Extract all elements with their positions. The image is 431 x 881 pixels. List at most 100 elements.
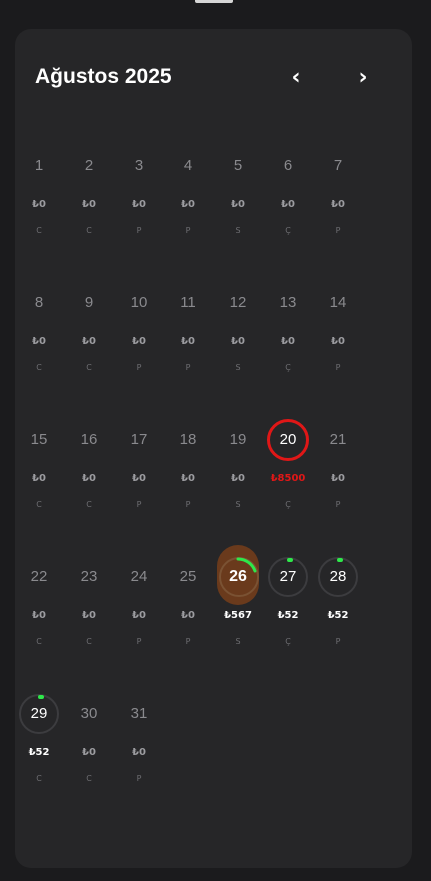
day-amount: ₺0 xyxy=(82,199,96,210)
day-number: 31 xyxy=(130,705,148,722)
day-circle: 5 xyxy=(218,146,258,186)
day-cell[interactable]: 12 ₺0 S xyxy=(213,283,263,403)
day-amount: ₺0 xyxy=(181,610,195,621)
day-amount: ₺0 xyxy=(82,747,96,758)
day-circle: 15 xyxy=(19,420,59,460)
day-cell[interactable]: 2 ₺0 C xyxy=(64,146,114,266)
day-number: 27 xyxy=(279,568,297,585)
day-amount: ₺0 xyxy=(281,336,295,347)
weekday-label: P xyxy=(185,363,191,372)
day-number: 9 xyxy=(84,294,94,311)
day-number: 14 xyxy=(329,294,347,311)
weekday-label: P xyxy=(136,226,142,235)
day-amount: ₺0 xyxy=(181,473,195,484)
day-number: 25 xyxy=(179,568,197,585)
day-circle: 29 xyxy=(19,694,59,734)
weekday-label: P xyxy=(185,226,191,235)
day-amount: ₺0 xyxy=(231,473,245,484)
day-amount: ₺0 xyxy=(132,473,146,484)
day-amount: ₺0 xyxy=(331,473,345,484)
day-number: 16 xyxy=(80,431,98,448)
weekday-label: P xyxy=(136,363,142,372)
day-cell[interactable]: 31 ₺0 P xyxy=(114,694,164,814)
day-amount: ₺0 xyxy=(132,199,146,210)
day-cell[interactable]: 20 ₺8500 Ç xyxy=(263,419,313,540)
day-number: 7 xyxy=(333,157,343,174)
day-cell[interactable]: 15 ₺0 C xyxy=(14,420,64,540)
weekday-label: P xyxy=(335,637,341,646)
day-circle: 4 xyxy=(168,146,208,186)
day-number: 12 xyxy=(229,294,247,311)
day-number: 13 xyxy=(279,294,297,311)
weekday-label: P xyxy=(335,363,341,372)
weekday-label: Ç xyxy=(285,363,291,372)
day-circle: 12 xyxy=(218,283,258,323)
day-cell[interactable]: 28 ₺52 P xyxy=(313,557,363,677)
day-amount: ₺0 xyxy=(132,610,146,621)
day-cell[interactable]: 1 ₺0 C xyxy=(14,146,64,266)
weekday-label: C xyxy=(86,226,92,235)
weekday-label: S xyxy=(235,226,241,235)
day-circle: 23 xyxy=(69,557,109,597)
day-amount: ₺52 xyxy=(28,747,50,758)
day-cell[interactable]: 6 ₺0 Ç xyxy=(263,146,313,266)
day-cell[interactable]: 4 ₺0 P xyxy=(163,146,213,266)
day-cell[interactable]: 18 ₺0 P xyxy=(163,420,213,540)
day-amount: ₺8500 xyxy=(270,473,306,484)
day-cell[interactable]: 8 ₺0 C xyxy=(14,283,64,403)
calendar-card: Ağustos 2025 ‹ › 1 ₺0 C 2 ₺0 C 3 ₺0 P 4 ₺0 P 5 ₺0 S 6 ₺0… xyxy=(15,29,412,868)
day-circle: 7 xyxy=(318,146,358,186)
day-cell[interactable]: 23 ₺0 C xyxy=(64,557,114,677)
day-cell[interactable]: 30 ₺0 C xyxy=(64,694,114,814)
weekday-label: C xyxy=(86,363,92,372)
day-cell[interactable]: 26 ₺567 S xyxy=(213,545,263,677)
next-month-button[interactable]: › xyxy=(348,63,378,93)
weekday-label: P xyxy=(136,500,142,509)
day-amount: ₺0 xyxy=(32,199,46,210)
day-circle: 25 xyxy=(168,557,208,597)
day-circle: 3 xyxy=(119,146,159,186)
day-cell[interactable]: 21 ₺0 P xyxy=(313,420,363,540)
month-title: Ağustos 2025 xyxy=(35,65,172,88)
day-cell[interactable]: 29 ₺52 C xyxy=(14,694,64,814)
day-circle: 30 xyxy=(69,694,109,734)
day-cell[interactable]: 17 ₺0 P xyxy=(114,420,164,540)
day-amount: ₺0 xyxy=(32,473,46,484)
day-cell[interactable]: 10 ₺0 P xyxy=(114,283,164,403)
day-number: 29 xyxy=(30,705,48,722)
day-circle: 11 xyxy=(168,283,208,323)
day-cell[interactable]: 7 ₺0 P xyxy=(313,146,363,266)
day-amount: ₺0 xyxy=(82,336,96,347)
day-circle: 1 xyxy=(19,146,59,186)
day-number: 20 xyxy=(279,431,297,448)
day-cell[interactable]: 11 ₺0 P xyxy=(163,283,213,403)
drag-handle[interactable] xyxy=(195,0,233,3)
day-cell[interactable]: 3 ₺0 P xyxy=(114,146,164,266)
day-number: 8 xyxy=(34,294,44,311)
day-cell[interactable]: 19 ₺0 S xyxy=(213,420,263,540)
day-circle: 13 xyxy=(268,283,308,323)
prev-month-button[interactable]: ‹ xyxy=(281,63,311,93)
day-amount: ₺0 xyxy=(32,610,46,621)
day-circle: 31 xyxy=(119,694,159,734)
day-number: 1 xyxy=(34,157,44,174)
day-number: 22 xyxy=(30,568,48,585)
day-amount: ₺52 xyxy=(277,610,299,621)
day-number: 24 xyxy=(130,568,148,585)
day-cell[interactable]: 13 ₺0 Ç xyxy=(263,283,313,403)
day-cell[interactable]: 14 ₺0 P xyxy=(313,283,363,403)
day-cell[interactable]: 5 ₺0 S xyxy=(213,146,263,266)
weekday-label: C xyxy=(36,637,42,646)
day-number: 28 xyxy=(329,568,347,585)
day-number: 19 xyxy=(229,431,247,448)
day-cell[interactable]: 22 ₺0 C xyxy=(14,557,64,677)
day-amount: ₺0 xyxy=(181,199,195,210)
day-cell[interactable]: 27 ₺52 Ç xyxy=(263,557,313,677)
day-cell[interactable]: 9 ₺0 C xyxy=(64,283,114,403)
day-cell[interactable]: 25 ₺0 P xyxy=(163,557,213,677)
day-cell[interactable]: 16 ₺0 C xyxy=(64,420,114,540)
day-number: 18 xyxy=(179,431,197,448)
day-number: 3 xyxy=(134,157,144,174)
day-cell[interactable]: 24 ₺0 P xyxy=(114,557,164,677)
day-circle: 26 xyxy=(217,545,259,605)
